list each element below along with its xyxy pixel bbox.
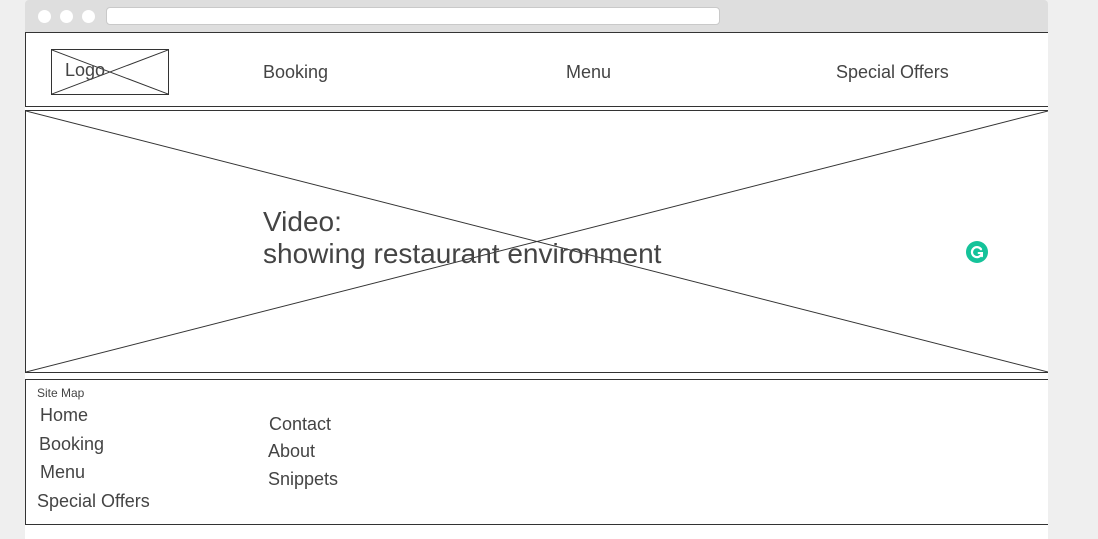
nav-special-offers[interactable]: Special Offers (836, 62, 949, 83)
nav-booking[interactable]: Booking (263, 62, 328, 83)
logo-label: Logo (65, 60, 106, 80)
scroll-gutter (1048, 0, 1098, 539)
header: Logo Booking Menu Special Offers (25, 32, 1049, 107)
footer-link-booking[interactable]: Booking (39, 434, 104, 455)
footer-link-about[interactable]: About (268, 441, 315, 462)
sitemap-title: Site Map (37, 386, 85, 400)
window-close-dot[interactable] (38, 10, 51, 23)
window-minimize-dot[interactable] (60, 10, 73, 23)
footer-link-menu[interactable]: Menu (40, 462, 85, 483)
video-caption-line2: showing restaurant environment (263, 238, 662, 269)
hero-video-placeholder[interactable]: Video: showing restaurant environment (25, 110, 1049, 373)
page-canvas: Logo Booking Menu Special Offers Video: … (25, 32, 1049, 539)
grammarly-icon[interactable] (966, 241, 988, 263)
video-caption-line1: Video: (263, 206, 342, 237)
video-caption: Video: showing restaurant environment (263, 206, 661, 270)
footer-link-home[interactable]: Home (40, 405, 88, 426)
footer-link-special-offers[interactable]: Special Offers (37, 491, 150, 512)
footer-sitemap: Site Map Home Booking Menu Special Offer… (25, 379, 1049, 525)
nav-menu[interactable]: Menu (566, 62, 611, 83)
window-maximize-dot[interactable] (82, 10, 95, 23)
footer-link-snippets[interactable]: Snippets (268, 469, 338, 490)
browser-toolbar (25, 0, 1048, 32)
footer-link-contact[interactable]: Contact (269, 414, 331, 435)
logo-placeholder[interactable]: Logo (51, 49, 169, 95)
address-bar[interactable] (106, 7, 720, 25)
